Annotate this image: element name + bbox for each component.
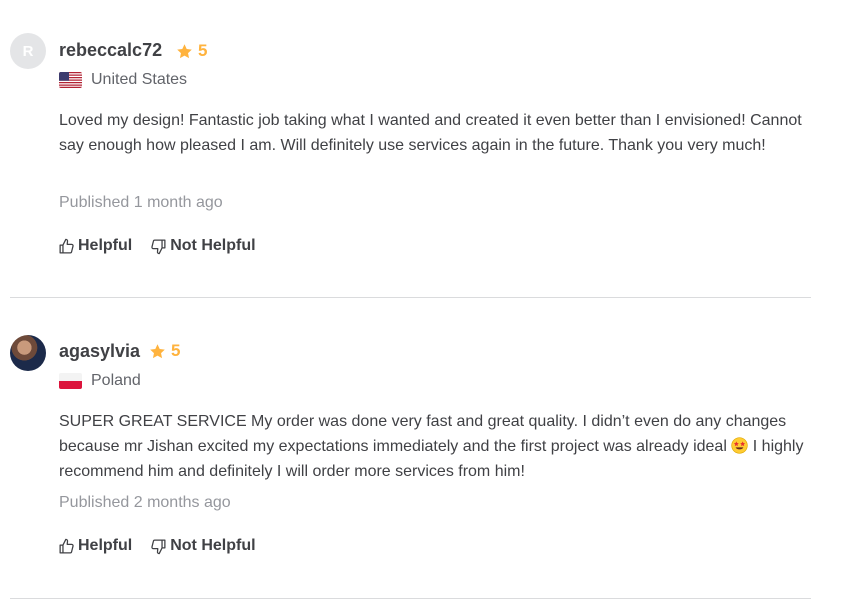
not-helpful-label: Not Helpful	[170, 537, 256, 554]
thumbs-down-icon	[151, 238, 166, 254]
avatar[interactable]: R	[10, 33, 46, 69]
review-text-part: SUPER GREAT SERVICE My order was done ve…	[59, 413, 787, 455]
not-helpful-label: Not Helpful	[170, 237, 256, 254]
star-icon	[177, 43, 192, 58]
helpful-label: Helpful	[78, 537, 133, 554]
avatar-letter: R	[22, 42, 34, 60]
reviewer-username[interactable]: agasylvia	[59, 341, 140, 362]
rating-value: 5	[198, 41, 208, 60]
star-struck-emoji-icon	[731, 437, 748, 454]
avatar[interactable]	[10, 335, 46, 371]
thumbs-up-icon	[59, 538, 74, 554]
thumbs-up-icon	[59, 238, 74, 254]
not-helpful-button[interactable]: Not Helpful	[150, 237, 256, 255]
review-divider	[10, 297, 811, 298]
helpful-button[interactable]: Helpful	[58, 237, 132, 255]
helpful-button[interactable]: Helpful	[58, 537, 132, 555]
country-name: Poland	[91, 372, 141, 389]
review-rating: 5	[176, 41, 207, 61]
reviewer-country: United States	[59, 71, 187, 89]
thumbs-down-icon	[151, 538, 166, 554]
review-published-date: Published 2 months ago	[59, 494, 231, 511]
review-published-date: Published 1 month ago	[59, 194, 223, 211]
reviewer-username[interactable]: rebeccalc72	[59, 40, 162, 61]
us-flag-icon	[59, 72, 82, 88]
review-rating: 5	[149, 341, 180, 361]
reviewer-country: Poland	[59, 372, 141, 390]
review-actions: Helpful Not Helpful	[58, 237, 256, 255]
rating-value: 5	[171, 341, 181, 360]
country-name: United States	[91, 71, 188, 88]
not-helpful-button[interactable]: Not Helpful	[150, 537, 256, 555]
star-icon	[150, 343, 165, 358]
helpful-label: Helpful	[78, 237, 133, 254]
review-divider	[10, 598, 811, 599]
review-text: SUPER GREAT SERVICE My order was done ve…	[59, 409, 814, 484]
review-text: Loved my design! Fantastic job taking wh…	[59, 112, 802, 154]
poland-flag-icon	[59, 373, 82, 389]
review-actions: Helpful Not Helpful	[58, 537, 256, 555]
